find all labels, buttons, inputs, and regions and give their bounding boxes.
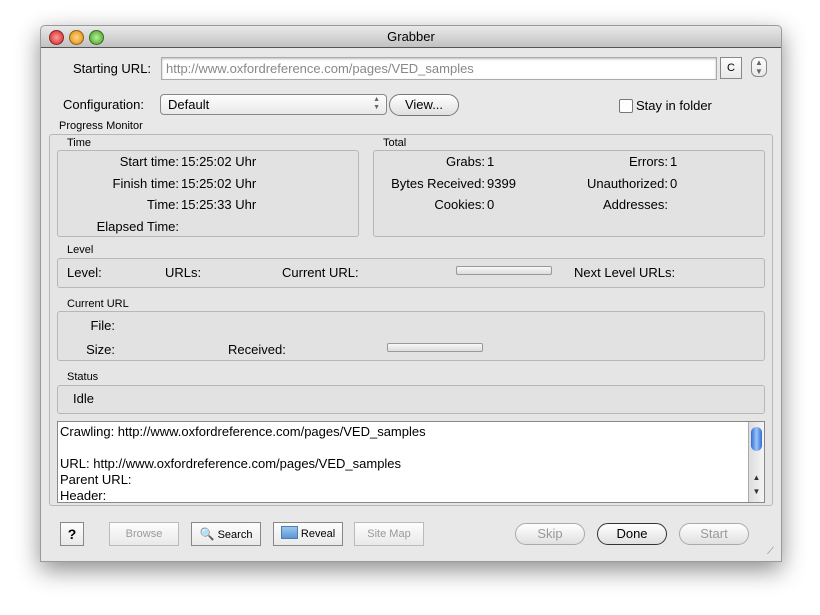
file-progress-bar bbox=[387, 343, 483, 352]
current-url-group bbox=[57, 311, 765, 361]
log-scrollbar[interactable]: ▲ ▼ bbox=[748, 422, 764, 502]
log-textarea[interactable]: Crawling: http://www.oxfordreference.com… bbox=[57, 421, 765, 503]
c-button[interactable]: C bbox=[720, 57, 742, 79]
start-button[interactable]: Start bbox=[679, 523, 749, 545]
level-title: Level bbox=[67, 244, 94, 256]
zoom-button[interactable] bbox=[89, 30, 104, 45]
level-label: Level: bbox=[67, 265, 102, 280]
elapsed-time-label: Elapsed Time: bbox=[96, 219, 179, 234]
browse-button[interactable]: Browse bbox=[109, 522, 179, 546]
scroll-arrows[interactable]: ▲ ▼ bbox=[749, 471, 764, 499]
title-bar: Grabber bbox=[41, 26, 781, 48]
skip-button[interactable]: Skip bbox=[515, 523, 585, 545]
configuration-select[interactable]: Default ▲ ▼ bbox=[160, 94, 387, 115]
urls-label: URLs: bbox=[165, 265, 202, 280]
progress-monitor-title: Progress Monitor bbox=[59, 120, 143, 132]
status-value: Idle bbox=[73, 391, 94, 406]
minimize-button[interactable] bbox=[69, 30, 84, 45]
current-url-label: Current URL: bbox=[282, 265, 359, 280]
reveal-label: Reveal bbox=[300, 528, 336, 540]
next-level-urls-label: Next Level URLs: bbox=[574, 265, 676, 280]
addresses-label: Addresses: bbox=[602, 197, 668, 212]
finish-time-value: 15:25:02 Uhr bbox=[181, 176, 257, 191]
close-button[interactable] bbox=[49, 30, 64, 45]
configuration-label: Configuration: bbox=[63, 97, 144, 112]
search-button[interactable]: 🔍 Search bbox=[191, 522, 261, 546]
status-group bbox=[57, 385, 765, 414]
log-line: Header: bbox=[60, 488, 107, 503]
search-icon: 🔍 bbox=[199, 527, 215, 541]
url-stepper[interactable]: ▲ ▼ bbox=[751, 57, 767, 77]
cookies-value: 0 bbox=[487, 197, 495, 212]
configuration-value: Default bbox=[168, 97, 210, 112]
scroll-thumb[interactable] bbox=[751, 427, 762, 451]
starting-url-label: Starting URL: bbox=[73, 61, 152, 76]
starting-url-input[interactable]: http://www.oxfordreference.com/pages/VED… bbox=[161, 57, 717, 80]
chevron-updown-icon: ▲ ▼ bbox=[373, 96, 380, 111]
total-title: Total bbox=[383, 137, 407, 149]
stay-in-folder-label: Stay in folder bbox=[636, 98, 712, 113]
resize-grip-icon[interactable]: ⟋ bbox=[767, 546, 774, 557]
cookies-label: Cookies: bbox=[434, 197, 485, 212]
window-title: Grabber bbox=[387, 29, 435, 44]
stay-in-folder-checkbox[interactable] bbox=[619, 99, 633, 113]
done-button[interactable]: Done bbox=[597, 523, 667, 545]
bytes-received-label: Bytes Received: bbox=[391, 176, 485, 191]
log-line: Crawling: http://www.oxfordreference.com… bbox=[60, 424, 426, 439]
time-title: Time bbox=[67, 137, 92, 149]
help-button[interactable]: ? bbox=[60, 522, 84, 546]
search-label: Search bbox=[217, 529, 253, 541]
status-title: Status bbox=[67, 371, 99, 383]
reveal-button[interactable]: Reveal bbox=[273, 522, 343, 546]
log-line: URL: http://www.oxfordreference.com/page… bbox=[60, 456, 402, 471]
current-url-title: Current URL bbox=[67, 298, 129, 310]
level-progress-bar bbox=[456, 266, 552, 275]
grabber-window: Grabber Starting URL: http://www.oxfordr… bbox=[40, 25, 782, 562]
folder-icon bbox=[280, 526, 298, 539]
site-map-button[interactable]: Site Map bbox=[354, 522, 424, 546]
finish-time-label: Finish time: bbox=[112, 176, 179, 191]
file-label: File: bbox=[90, 318, 115, 333]
time-value: 15:25:33 Uhr bbox=[181, 197, 257, 212]
grabs-value: 1 bbox=[487, 154, 495, 169]
unauthorized-value: 0 bbox=[670, 176, 678, 191]
size-label: Size: bbox=[86, 342, 115, 357]
time-label: Time: bbox=[146, 197, 179, 212]
log-line: Parent URL: bbox=[60, 472, 132, 487]
errors-value: 1 bbox=[670, 154, 678, 169]
view-button[interactable]: View... bbox=[389, 94, 459, 116]
errors-label: Errors: bbox=[629, 154, 668, 169]
start-time-value: 15:25:02 Uhr bbox=[181, 154, 257, 169]
grabs-label: Grabs: bbox=[445, 154, 485, 169]
bytes-received-value: 9399 bbox=[487, 176, 516, 191]
unauthorized-label: Unauthorized: bbox=[587, 176, 668, 191]
received-label: Received: bbox=[228, 342, 286, 357]
start-time-label: Start time: bbox=[119, 154, 179, 169]
